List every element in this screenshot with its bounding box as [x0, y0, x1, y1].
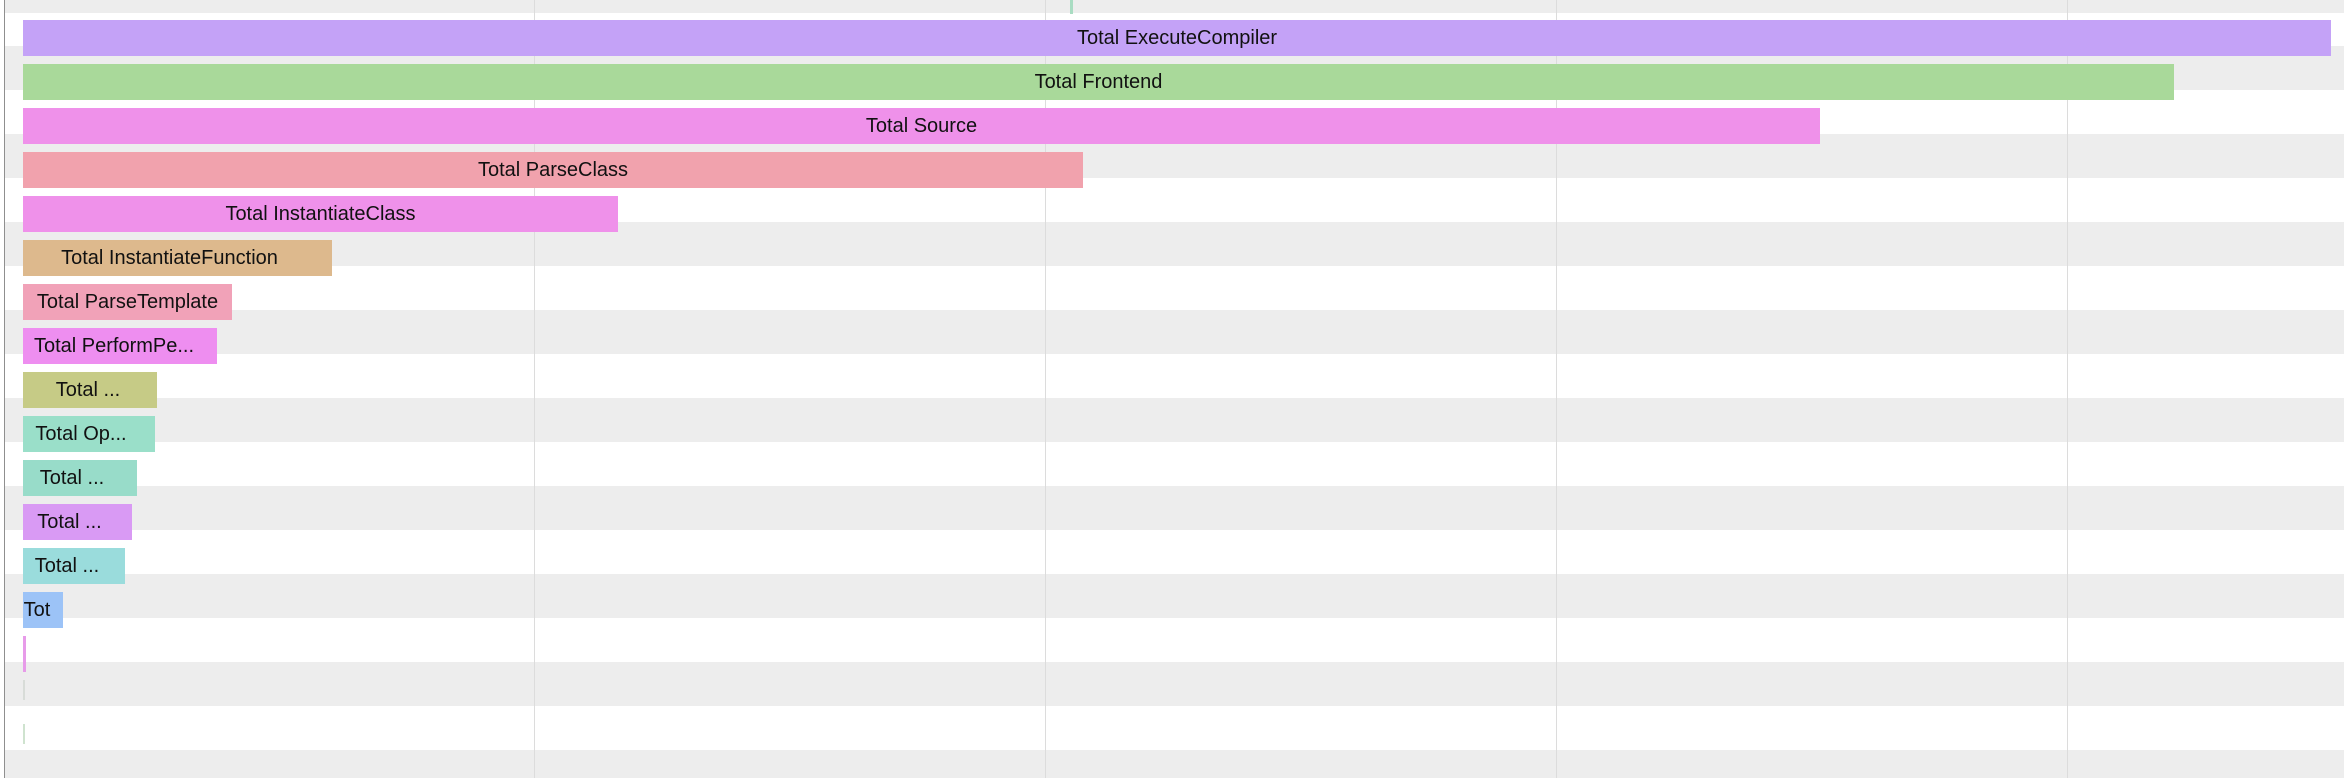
- timeline-bar-label: Total InstantiateClass: [225, 203, 416, 225]
- row-background: [5, 398, 2344, 442]
- timeline-bar[interactable]: Total ParseClass: [23, 152, 1083, 188]
- time-marker: [1070, 0, 1073, 14]
- row-background: [5, 750, 2344, 778]
- timeline-bar-label: Total InstantiateFunction: [61, 247, 278, 269]
- timeline-bar[interactable]: Total ...: [23, 548, 125, 584]
- timeline-bar-label: Total ...: [37, 511, 102, 533]
- timeline-bar-label: Total ExecuteCompiler: [1076, 27, 1278, 49]
- row-background: [5, 354, 2344, 398]
- timeline-bar-label: Total Frontend: [1034, 71, 1163, 93]
- row-background: [5, 574, 2344, 618]
- row-background: [5, 618, 2344, 662]
- row-background: [5, 310, 2344, 354]
- timeline-bar[interactable]: Total ExecuteCompiler: [23, 20, 2331, 56]
- timeline-bar[interactable]: [23, 636, 26, 672]
- timeline-bar[interactable]: Total ...: [23, 460, 137, 496]
- timeline-bar-label: Tot: [23, 599, 51, 621]
- timeline-bar-label: Total ...: [55, 379, 121, 401]
- row-background: [5, 662, 2344, 706]
- timeline-bar[interactable]: Total Op...: [23, 416, 155, 452]
- timeline-bar[interactable]: Total ...: [23, 504, 132, 540]
- timeline-bar[interactable]: Total PerformPe...: [23, 328, 217, 364]
- timeline-bar[interactable]: Tot: [23, 592, 63, 628]
- timeline-bar[interactable]: Total InstantiateFunction: [23, 240, 332, 276]
- row-background: [5, 530, 2344, 574]
- flame-chart-timeline[interactable]: Total ExecuteCompiler Total Frontend Total…: [0, 0, 2344, 778]
- row-background: [5, 266, 2344, 310]
- timeline-bar[interactable]: [23, 724, 25, 744]
- timeline-bar-label: Total Op...: [35, 423, 127, 445]
- timeline-bar[interactable]: Total Frontend: [23, 64, 2174, 100]
- row-background: [5, 706, 2344, 750]
- timeline-bar[interactable]: Total ParseTemplate: [23, 284, 232, 320]
- timeline-bar[interactable]: Total Source: [23, 108, 1820, 144]
- timeline-bar-label: Total ...: [34, 555, 100, 577]
- row-background: [5, 486, 2344, 530]
- timeline-bar[interactable]: Total InstantiateClass: [23, 196, 618, 232]
- timeline-bar[interactable]: Total ...: [23, 372, 157, 408]
- timeline-bar-label: Total ParseClass: [477, 159, 629, 181]
- timeline-bar-label: Total ParseTemplate: [36, 291, 219, 313]
- timeline-bar-label: Total Source: [865, 115, 978, 137]
- timeline-bar-label: Total ...: [39, 467, 105, 489]
- gridline: [2067, 0, 2068, 778]
- timeline-bar-label: Total PerformPe...: [33, 335, 195, 357]
- row-background: [5, 442, 2344, 486]
- timeline-bar[interactable]: [23, 680, 25, 700]
